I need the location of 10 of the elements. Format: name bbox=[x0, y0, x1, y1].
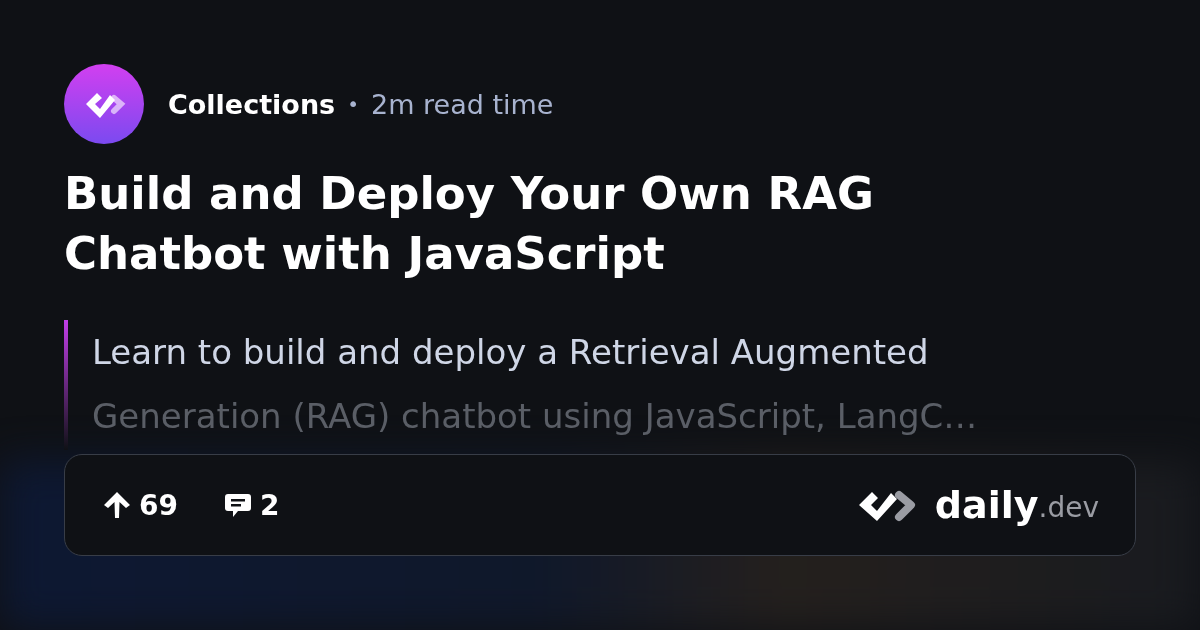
source-avatar-icon bbox=[64, 64, 144, 144]
comment-count: 2 bbox=[259, 488, 280, 522]
post-description: Learn to build and deploy a Retrieval Augmented Generation (RAG) chatbot using JavaScript, LangC… bbox=[92, 331, 978, 438]
source-name: Collections bbox=[168, 88, 336, 120]
brand-name: daily bbox=[934, 483, 1039, 527]
post-title: Build and Deploy Your Own RAG Chatbot with JavaScript bbox=[64, 166, 875, 282]
separator-dot: • bbox=[347, 92, 359, 116]
brand-suffix: .dev bbox=[1038, 490, 1099, 526]
upvote-count: 69 bbox=[139, 488, 178, 522]
read-time: 2m read time bbox=[371, 88, 554, 120]
